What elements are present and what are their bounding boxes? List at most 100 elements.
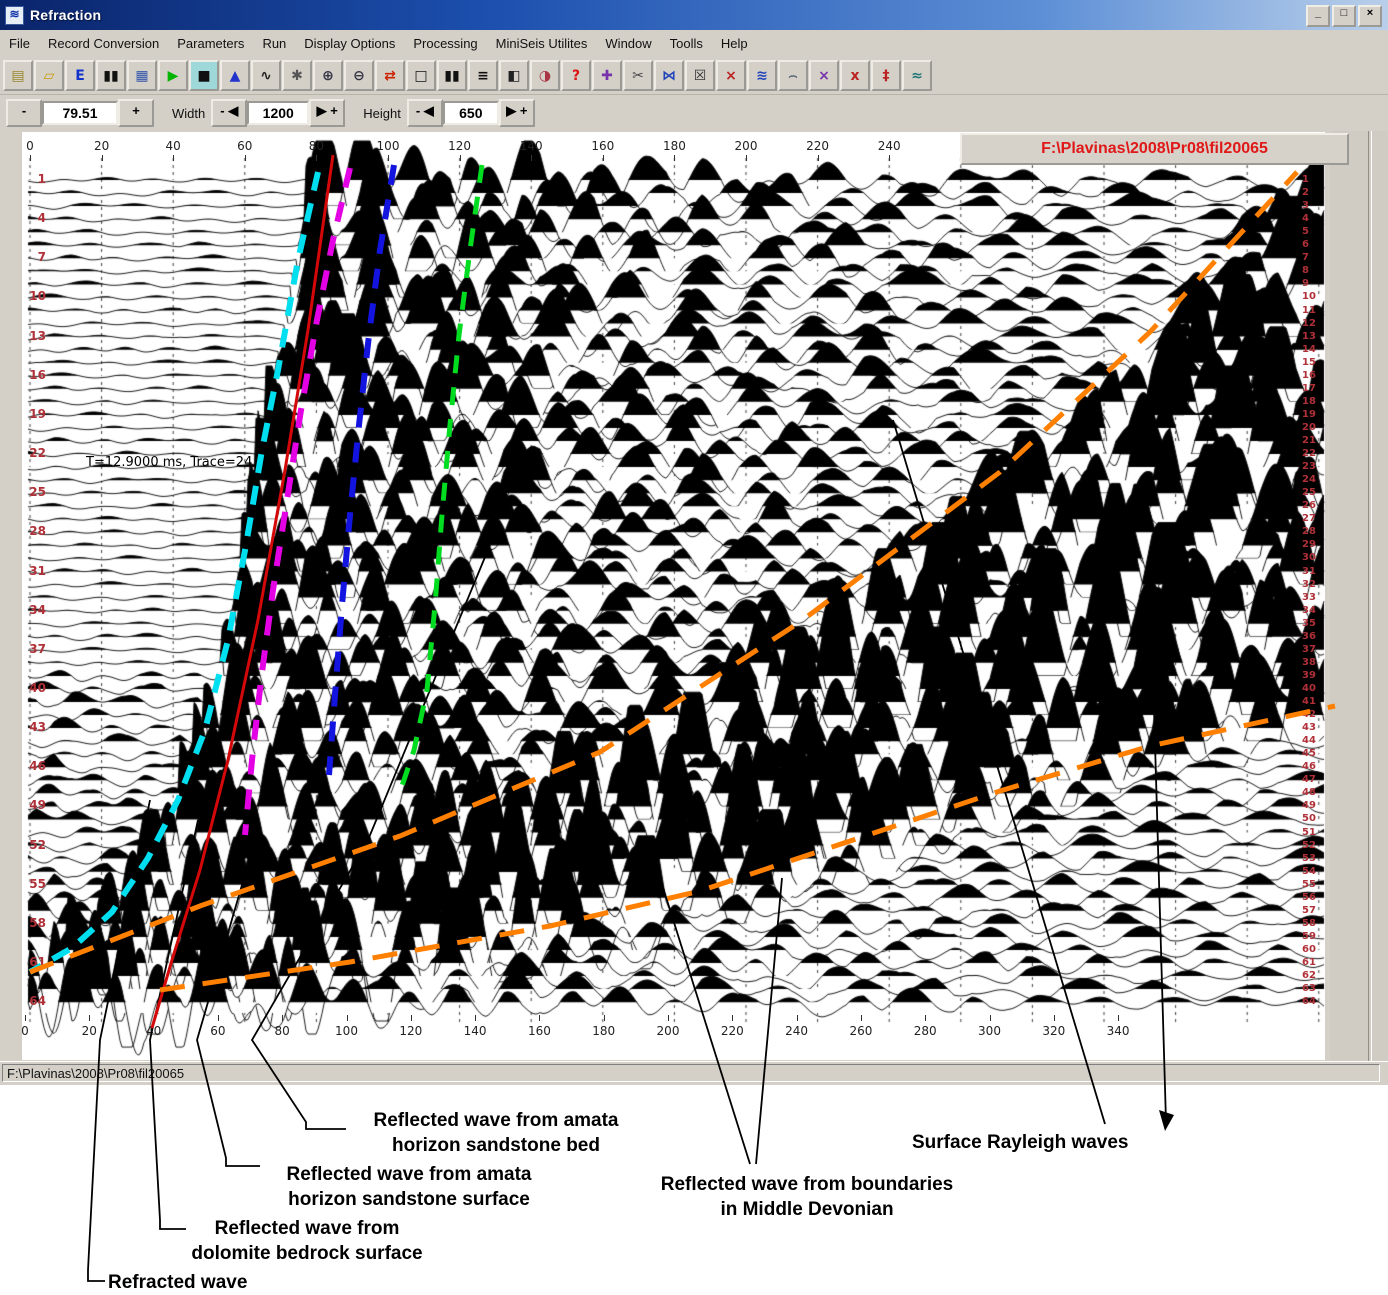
right-trace-number: 35 — [1302, 618, 1328, 629]
pause2-icon[interactable]: ▮▮ — [437, 60, 467, 91]
report-x-icon[interactable]: ☒ — [685, 60, 715, 91]
bottom-axis-tick — [604, 1015, 605, 1021]
bottom-axis-tick — [282, 1015, 283, 1021]
bottom-axis-tick — [25, 1015, 26, 1021]
pan-hand-icon[interactable]: ✱ — [282, 60, 312, 91]
right-trace-number: 54 — [1302, 866, 1328, 877]
top-axis-tick-label: 60 — [237, 139, 252, 153]
width-increase-button[interactable]: ▶ + — [309, 99, 345, 127]
left-trace-number: 25 — [26, 485, 46, 499]
menu-item-record-conversion[interactable]: Record Conversion — [39, 32, 168, 55]
menu-item-miniseis-utilites[interactable]: MiniSeis Utilites — [487, 32, 597, 55]
right-trace-number: 23 — [1302, 461, 1328, 472]
right-trace-number: 53 — [1302, 853, 1328, 864]
menu-item-help[interactable]: Help — [712, 32, 757, 55]
right-trace-number: 6 — [1302, 239, 1328, 250]
right-trace-number: 25 — [1302, 487, 1328, 498]
right-trace-number: 3 — [1302, 200, 1328, 211]
pick-x-icon[interactable]: x — [840, 60, 870, 91]
anno-amata-bed: Reflected wave from amatahorizon sandsto… — [350, 1108, 642, 1158]
right-trace-number: 14 — [1302, 344, 1328, 355]
left-trace-number: 37 — [26, 642, 46, 656]
zoom-out-icon[interactable]: ⊖ — [344, 60, 374, 91]
edit-e-icon[interactable]: E — [65, 60, 95, 91]
left-trace-number: 64 — [26, 994, 46, 1008]
minimize-button[interactable]: _ — [1306, 5, 1330, 27]
right-trace-number: 41 — [1302, 696, 1328, 707]
width-value[interactable]: 1200 — [247, 101, 309, 125]
stop-icon[interactable]: ■ — [189, 60, 219, 91]
width-decrease-button[interactable]: - ◀ — [211, 99, 247, 127]
overlay-squares-icon[interactable]: ◧ — [499, 60, 529, 91]
flowchart-icon[interactable]: ✚ — [592, 60, 622, 91]
right-trace-number: 59 — [1302, 931, 1328, 942]
traces-mark-icon[interactable]: ‡ — [871, 60, 901, 91]
run-icon[interactable]: ▶ — [158, 60, 188, 91]
gain-decrease-button[interactable]: - — [6, 99, 42, 127]
menu-item-display-options[interactable]: Display Options — [295, 32, 404, 55]
window-box-icon[interactable]: □ — [406, 60, 436, 91]
right-trace-number: 18 — [1302, 396, 1328, 407]
stack-icon[interactable]: ≡ — [468, 60, 498, 91]
annotation-area: Reflected wave from amatahorizon sandsto… — [0, 1085, 1388, 1295]
close-button[interactable]: × — [1358, 5, 1382, 27]
right-trace-number: 55 — [1302, 879, 1328, 890]
open-file-icon[interactable]: ▱ — [34, 60, 64, 91]
right-trace-number: 48 — [1302, 787, 1328, 798]
bottom-axis-tick-label: 180 — [592, 1024, 615, 1038]
curve-icon[interactable]: ⌢ — [778, 60, 808, 91]
delete-x-icon[interactable]: × — [716, 60, 746, 91]
left-trace-number: 10 — [26, 289, 46, 303]
status-text: F:\Plavinas\2008\Pr08\fil20065 — [2, 1064, 1380, 1082]
swap-direction-icon[interactable]: ⇄ — [375, 60, 405, 91]
bottom-axis-tick-label: 40 — [146, 1024, 161, 1038]
top-axis-tick-label: 160 — [591, 139, 614, 153]
cross2-icon[interactable]: × — [809, 60, 839, 91]
top-axis-tick-label: 240 — [878, 139, 901, 153]
menu-item-window[interactable]: Window — [596, 32, 660, 55]
right-trace-number: 19 — [1302, 409, 1328, 420]
right-trace-number: 26 — [1302, 500, 1328, 511]
amplitude-icon[interactable]: ▲ — [220, 60, 250, 91]
polarity-icon[interactable]: ◑ — [530, 60, 560, 91]
cross-traces-icon[interactable]: ⋈ — [654, 60, 684, 91]
seismic-traces-canvas[interactable] — [0, 131, 1388, 1061]
right-trace-number: 33 — [1302, 592, 1328, 603]
pause-icon[interactable]: ▮▮ — [96, 60, 126, 91]
cut-notes-icon[interactable]: ✂ — [623, 60, 653, 91]
bottom-axis-tick — [218, 1015, 219, 1021]
bottom-axis-tick — [668, 1015, 669, 1021]
wiggle-trace-icon[interactable]: ∿ — [251, 60, 281, 91]
new-file-icon[interactable]: ▤ — [3, 60, 33, 91]
curve-fan-icon[interactable]: ≋ — [747, 60, 777, 91]
gain-increase-button[interactable]: + — [118, 99, 154, 127]
left-trace-number: 46 — [26, 759, 46, 773]
save-convert-icon[interactable]: ▦ — [127, 60, 157, 91]
help-icon[interactable]: ? — [561, 60, 591, 91]
right-trace-number: 24 — [1302, 474, 1328, 485]
left-trace-number: 28 — [26, 524, 46, 538]
left-trace-number: 40 — [26, 681, 46, 695]
right-trace-number: 40 — [1302, 683, 1328, 694]
bottom-axis-tick — [990, 1015, 991, 1021]
height-decrease-button[interactable]: - ◀ — [407, 99, 443, 127]
waves-icon[interactable]: ≈ — [902, 60, 932, 91]
menu-item-run[interactable]: Run — [253, 32, 295, 55]
bottom-axis-tick — [732, 1015, 733, 1021]
gain-value[interactable]: 79.51 — [42, 101, 118, 125]
maximize-button[interactable]: □ — [1332, 5, 1356, 27]
height-increase-button[interactable]: ▶ + — [499, 99, 535, 127]
left-trace-number: 61 — [26, 955, 46, 969]
menu-item-file[interactable]: File — [0, 32, 39, 55]
height-value[interactable]: 650 — [443, 101, 499, 125]
menu-item-toolls[interactable]: Toolls — [661, 32, 712, 55]
file-path-label: F:\Plavinas\2008\Pr08\fil20065 — [960, 133, 1349, 165]
top-axis-tick — [746, 155, 747, 161]
right-trace-number: 10 — [1302, 291, 1328, 302]
right-trace-number: 21 — [1302, 435, 1328, 446]
zoom-in-icon[interactable]: ⊕ — [313, 60, 343, 91]
right-trace-number: 63 — [1302, 983, 1328, 994]
menu-item-parameters[interactable]: Parameters — [168, 32, 253, 55]
right-trace-number: 7 — [1302, 252, 1328, 263]
menu-item-processing[interactable]: Processing — [404, 32, 486, 55]
